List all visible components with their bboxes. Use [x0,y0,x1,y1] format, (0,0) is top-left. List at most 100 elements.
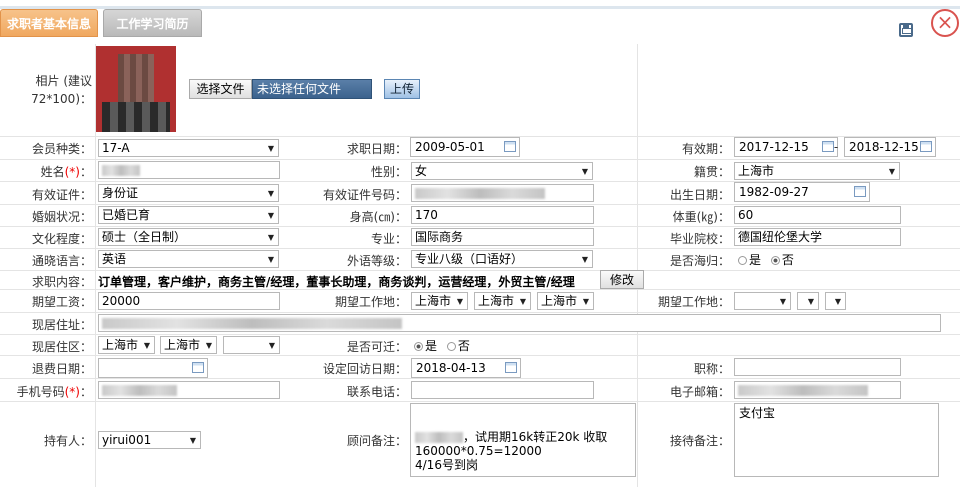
calendar-icon[interactable] [920,141,932,152]
phone-label: 联系电话： [346,385,407,399]
relocate-no-radio[interactable] [446,342,456,351]
birth-date-label: 出生日期： [669,188,730,202]
education-select[interactable]: 硕士（全日制） [98,228,279,246]
relocate-yes-radio[interactable] [414,342,423,351]
height-input[interactable]: 170 [411,206,594,224]
tab-basic-info[interactable]: 求职者基本信息 [0,9,98,37]
education-label: 文化程度： [31,232,92,246]
job-date-label: 求职日期： [346,142,407,156]
major-input[interactable]: 国际商务 [411,228,594,246]
calendar-icon[interactable] [505,362,517,373]
salary-input[interactable]: 20000 [98,292,280,310]
calendar-icon[interactable] [192,362,204,373]
district-select-1[interactable]: 上海市 [98,336,155,354]
calendar-icon[interactable] [504,141,516,152]
marital-select[interactable]: 已婚已育 [98,206,279,224]
row-divider [0,355,960,356]
school-input[interactable]: 德国纽伦堡大学 [734,228,901,246]
tab-work-history[interactable]: 工作学习简历 [103,9,202,37]
validity-from-input[interactable]: 2017-12-15 [734,137,838,157]
row-divider [0,248,960,249]
advisor-note-label: 顾问备注： [346,434,407,448]
work-place-select-5[interactable] [797,292,819,310]
job-content-text: 订单管理，客户维护，商务主管/经理，董事长助理，商务谈判，运营经理，外贸主管/经… [98,275,575,289]
returnee-yes-label: 是 [749,253,762,267]
native-place-select[interactable]: 上海市 [734,162,900,180]
returnee-no-radio[interactable] [770,256,780,265]
email-input[interactable] [734,381,901,399]
birth-date-input[interactable]: 1982-09-27 [734,182,870,202]
top-bar: 求职者基本信息 工作学习简历 × [0,0,960,44]
district-select-2[interactable]: 上海市 [160,336,217,354]
returnee-radio-group: 是 否 [738,251,794,268]
language-select[interactable]: 英语 [98,250,279,268]
refund-date-label: 退费日期： [31,362,92,376]
returnee-yes-radio[interactable] [738,256,747,265]
returnee-no-label: 否 [781,253,794,267]
id-type-label: 有效证件： [31,188,92,202]
photo-label: 相片 (建议72*100)： [31,74,92,106]
relocate-radio-group: 是 否 [414,337,470,354]
district-label: 现居住区： [31,340,92,354]
validity-separator: - [833,140,839,154]
id-number-label: 有效证件号码： [322,188,407,202]
district-select-3[interactable] [223,336,280,354]
row-divider [0,270,960,271]
work-place-select-6[interactable] [825,292,846,310]
row-divider [0,378,960,379]
calendar-icon[interactable] [854,186,866,197]
relocate-yes-label: 是 [425,339,438,353]
returnee-label: 是否海归： [669,254,730,268]
id-type-select[interactable]: 身份证 [98,184,279,202]
reception-note-textarea[interactable]: 支付宝 [734,403,939,477]
salary-label: 期望工资： [31,295,92,309]
holder-label: 持有人： [43,434,92,448]
title-label: 职称： [693,362,730,376]
close-icon[interactable]: × [931,9,959,37]
school-label: 毕业院校： [669,232,730,246]
address-input[interactable] [98,314,941,332]
work-place-select-4[interactable] [734,292,791,310]
relocate-no-label: 否 [457,339,470,353]
job-content-label: 求职内容： [31,275,92,289]
save-icon[interactable] [899,23,913,37]
revisit-date-input[interactable]: 2018-04-13 [411,358,521,378]
modify-button[interactable]: 修改 [600,270,644,289]
foreign-level-select[interactable]: 专业八级（口语好） [411,250,593,268]
advisor-note-textarea[interactable]: ，试用期16k转正20k 收取 160000*0.75=12000 4/16号到… [410,403,636,477]
member-type-label: 会员种类： [31,142,92,156]
work-place-label: 期望工作地： [334,295,407,309]
member-type-select[interactable]: 17-A [98,139,279,157]
work-place-select-3[interactable]: 上海市 [537,292,594,310]
work-place-label-2: 期望工作地： [657,295,730,309]
id-number-input[interactable] [411,184,594,202]
validity-to-input[interactable]: 2018-12-15 [844,137,936,157]
row-divider [0,159,960,160]
row-divider [0,334,960,335]
profile-photo [96,46,176,132]
upload-button[interactable]: 上传 [384,79,420,99]
choose-file-button[interactable]: 选择文件 [189,79,252,99]
column-divider [637,44,638,487]
name-input[interactable] [98,161,280,179]
address-label: 现居住址： [31,318,92,332]
gender-label: 性别： [370,165,407,179]
job-date-input[interactable]: 2009-05-01 [410,137,520,157]
major-label: 专业： [370,232,407,246]
title-input[interactable] [734,358,901,376]
gender-select[interactable]: 女 [411,162,593,180]
language-label: 通晓语言： [31,254,92,268]
marital-label: 婚姻状况： [31,210,92,224]
mobile-input[interactable] [98,381,280,399]
phone-input[interactable] [411,381,594,399]
file-name-display: 未选择任何文件 [252,79,372,99]
work-place-select-2[interactable]: 上海市 [474,292,531,310]
holder-select[interactable]: yirui001 [98,431,201,449]
row-divider [0,226,960,227]
height-label: 身高(㎝)： [349,210,407,224]
validity-label: 有效期： [681,142,730,156]
email-label: 电子邮箱： [669,385,730,399]
refund-date-input[interactable] [98,358,208,378]
weight-input[interactable]: 60 [734,206,901,224]
work-place-select-1[interactable]: 上海市 [411,292,468,310]
